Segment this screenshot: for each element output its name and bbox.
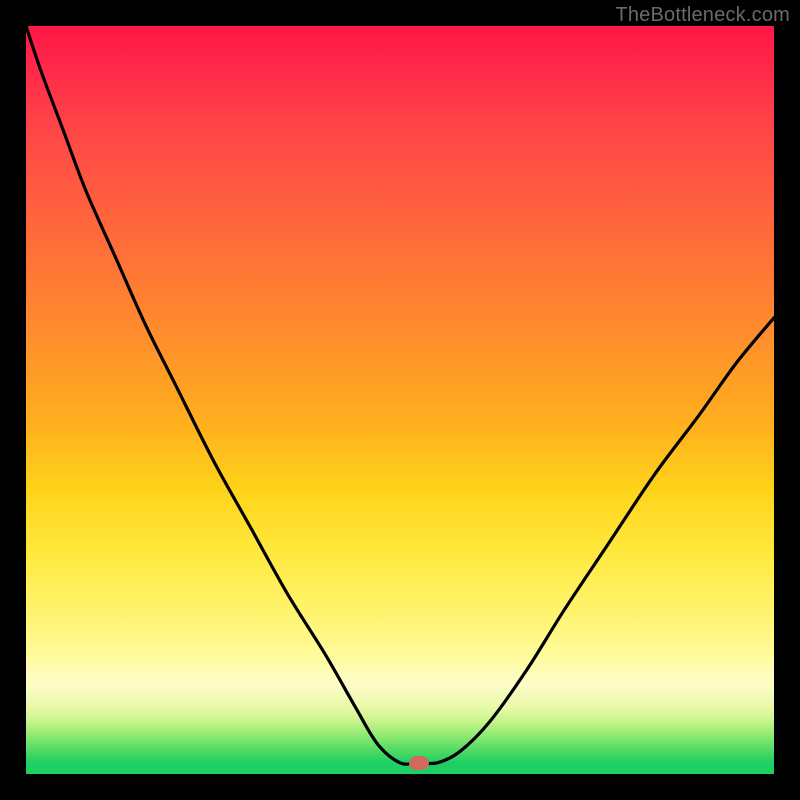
bottleneck-curve <box>26 26 774 774</box>
plot-area <box>26 26 774 774</box>
watermark-text: TheBottleneck.com <box>615 4 790 27</box>
optimum-marker <box>409 756 429 770</box>
chart-frame: TheBottleneck.com <box>0 0 800 800</box>
